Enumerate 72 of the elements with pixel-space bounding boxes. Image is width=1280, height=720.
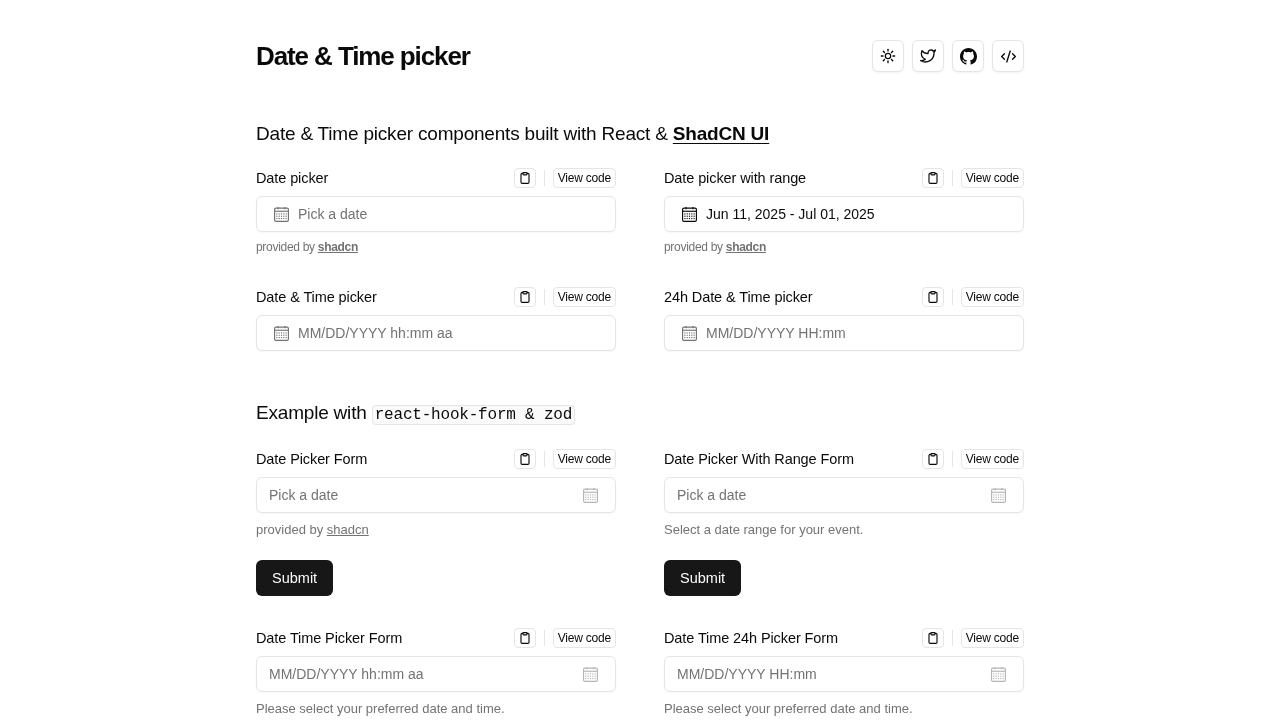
date-field[interactable]: MM/DD/YYYY HH:mm: [664, 315, 1024, 351]
calendar-icon: [274, 325, 289, 341]
calendar-icon: [583, 487, 598, 503]
calendar-icon: [682, 206, 697, 222]
copy-button[interactable]: [513, 628, 536, 648]
shadcn-link[interactable]: shadcn: [725, 240, 766, 254]
calendar-icon: [682, 325, 697, 341]
date-field[interactable]: Pick a date: [256, 196, 616, 232]
clipboard-icon: [926, 172, 939, 184]
source-code-link[interactable]: [992, 40, 1024, 72]
clipboard-icon: [518, 172, 531, 184]
view-code-button[interactable]: View code: [552, 287, 616, 307]
code-snippet: react-hook-form & zod: [371, 405, 576, 425]
demo-title: Date Picker With Range Form: [664, 450, 855, 469]
bird-icon: [920, 48, 936, 64]
page-title: Date & Time picker: [256, 40, 470, 72]
clipboard-icon: [518, 453, 531, 465]
submit-button[interactable]: Submit: [256, 560, 334, 596]
view-code-button[interactable]: View code: [960, 628, 1024, 648]
github-link[interactable]: [952, 40, 984, 72]
github-icon: [959, 47, 977, 65]
calendar-icon: [274, 206, 289, 222]
copy-button[interactable]: [921, 168, 944, 188]
clipboard-icon: [926, 291, 939, 303]
sun-icon: [880, 48, 896, 64]
demo-title: Date Picker Form: [256, 450, 369, 469]
calendar-icon: [583, 666, 598, 682]
demo-title: Date picker with range: [664, 169, 808, 188]
copy-button[interactable]: [921, 449, 944, 469]
demo-title: Date Time 24h Picker Form: [664, 629, 839, 648]
clipboard-icon: [926, 453, 939, 465]
helper-text: provided by shadcn: [664, 239, 767, 255]
view-code-button[interactable]: View code: [960, 168, 1024, 188]
copy-button[interactable]: [921, 287, 944, 307]
shadcn-ui-link[interactable]: ShadCN UI: [672, 123, 770, 144]
theme-toggle-button[interactable]: [872, 40, 904, 72]
date-field[interactable]: MM/DD/YYYY hh:mm aa: [256, 656, 616, 692]
clipboard-icon: [926, 632, 939, 644]
view-code-button[interactable]: View code: [960, 449, 1024, 469]
shadcn-link[interactable]: shadcn: [326, 522, 369, 537]
helper-text: provided by shadcn: [256, 239, 359, 255]
helper-text: Please select your preferred date and time.: [256, 700, 506, 718]
view-code-button[interactable]: View code: [960, 287, 1024, 307]
calendar-icon: [991, 487, 1006, 503]
date-field[interactable]: Jun 11, 2025 - Jul 01, 2025: [664, 196, 1024, 232]
demo-title: Date Time Picker Form: [256, 629, 404, 648]
clipboard-icon: [518, 291, 531, 303]
helper-text: Please select your preferred date and time.: [664, 700, 914, 718]
view-code-button[interactable]: View code: [552, 168, 616, 188]
demo-title: Date & Time picker: [256, 288, 378, 307]
date-field[interactable]: MM/DD/YYYY HH:mm: [664, 656, 1024, 692]
copy-button[interactable]: [921, 628, 944, 648]
submit-button[interactable]: Submit: [664, 560, 742, 596]
copy-button[interactable]: [513, 287, 536, 307]
helper-text: Select a date range for your event.: [664, 521, 865, 539]
view-code-button[interactable]: View code: [552, 449, 616, 469]
calendar-icon: [991, 666, 1006, 682]
copy-button[interactable]: [513, 168, 536, 188]
demo-title: Date picker: [256, 169, 330, 188]
clipboard-icon: [518, 632, 531, 644]
date-field[interactable]: Pick a date: [256, 477, 616, 513]
date-field[interactable]: Pick a date: [664, 477, 1024, 513]
demo-title: 24h Date & Time picker: [664, 288, 814, 307]
twitter-link[interactable]: [912, 40, 944, 72]
view-code-button[interactable]: View code: [552, 628, 616, 648]
date-field[interactable]: MM/DD/YYYY hh:mm aa: [256, 315, 616, 351]
helper-text: provided by shadcn: [256, 521, 370, 539]
shadcn-link[interactable]: shadcn: [317, 240, 358, 254]
section-heading: Example with react-hook-form & zod: [256, 399, 1024, 429]
code-icon: [1000, 48, 1016, 64]
intro-text: Date & Time picker components built with React & ShadCN UI: [256, 122, 771, 146]
copy-button[interactable]: [513, 449, 536, 469]
